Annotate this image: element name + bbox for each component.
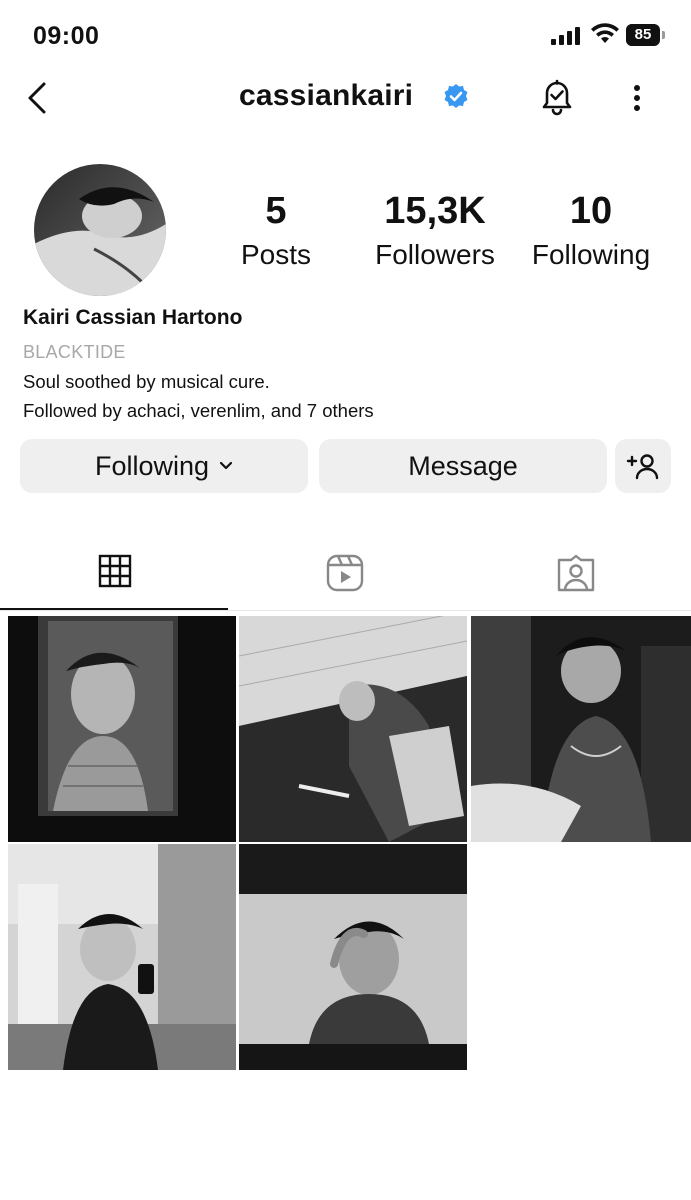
following-count: 10: [569, 190, 613, 232]
post-thumbnail[interactable]: [471, 616, 691, 842]
posts-stat: 5 Posts: [226, 190, 326, 275]
status-bar: 09:00 85: [0, 0, 691, 70]
wifi-icon: [591, 23, 619, 43]
tab-tagged[interactable]: [461, 540, 691, 612]
posts-label: Posts: [240, 239, 312, 270]
post-thumbnail[interactable]: [8, 616, 236, 842]
profile-username: cassiankairi: [239, 79, 414, 112]
battery-percentage: 85: [634, 26, 652, 43]
following-label: Following: [531, 239, 651, 270]
add-person-button[interactable]: [615, 439, 671, 493]
following-button[interactable]: Following: [20, 439, 308, 493]
followers-stat[interactable]: 15,3K Followers: [360, 190, 510, 275]
profile-header: cassiankairi: [0, 70, 691, 126]
posts-count: 5: [265, 190, 287, 232]
more-options-icon[interactable]: [626, 78, 648, 118]
post-thumbnail[interactable]: [239, 616, 467, 842]
battery-icon: 85: [626, 24, 666, 46]
message-button[interactable]: Message: [319, 439, 607, 493]
profile-full-name: Kairi Cassian Hartono: [23, 306, 243, 329]
profile-bio: Soul soothed by musical cure.: [23, 371, 270, 392]
back-arrow-icon[interactable]: [22, 78, 54, 118]
profile-avatar[interactable]: [34, 164, 166, 296]
profile-category: BLACKTIDE: [23, 342, 126, 362]
post-thumbnail[interactable]: [8, 844, 236, 1070]
followed-by-text[interactable]: Followed by achaci, verenlim, and 7 othe…: [23, 400, 374, 422]
following-button-label: Following: [94, 450, 210, 481]
grid-icon: [98, 554, 132, 588]
following-stat[interactable]: 10 Following: [520, 190, 662, 275]
tagged-icon: [557, 554, 595, 592]
verified-badge-icon: [444, 84, 468, 108]
status-time: 09:00: [33, 22, 100, 50]
chevron-down-icon: [219, 461, 233, 470]
add-person-icon: [626, 454, 659, 480]
followers-label: Followers: [375, 239, 495, 270]
reels-icon: [326, 554, 364, 592]
tab-posts-grid[interactable]: [0, 540, 230, 612]
cellular-signal-icon: [551, 27, 580, 45]
post-thumbnail[interactable]: [239, 844, 467, 1070]
notification-bell-icon[interactable]: [538, 76, 576, 116]
followers-count: 15,3K: [384, 190, 486, 232]
message-button-label: Message: [408, 450, 518, 481]
profile-tabs: [0, 540, 691, 612]
tab-reels[interactable]: [230, 540, 460, 612]
tabs-divider: [0, 610, 691, 611]
